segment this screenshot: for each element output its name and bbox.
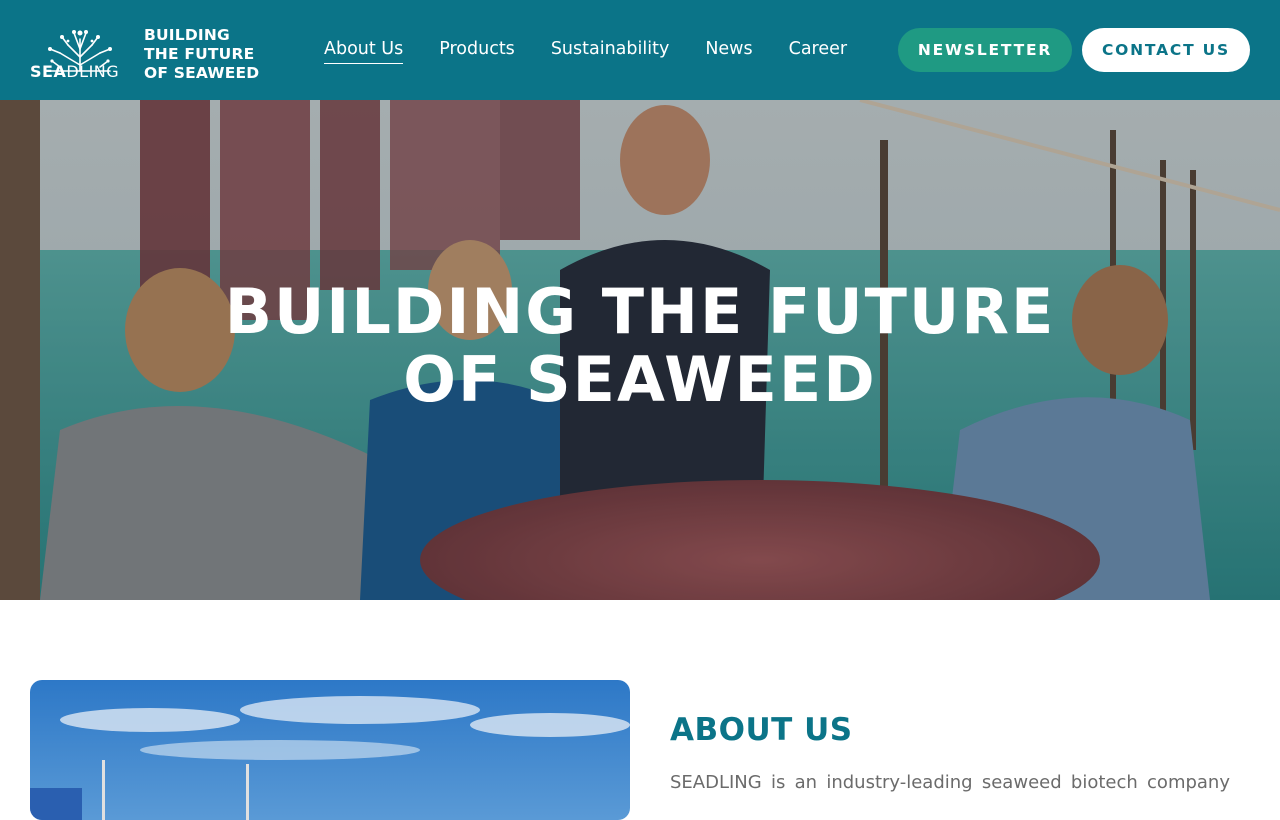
hero-title: BUILDING THE FUTURE OF SEAWEED	[0, 278, 1280, 414]
main-nav: About Us Products Sustainability News Ca…	[324, 38, 847, 64]
logo-tagline: BUILDING THE FUTURE OF SEAWEED	[144, 26, 259, 83]
logo-tagline-line2: THE FUTURE	[144, 45, 255, 63]
logo-wordmark-light: DLING	[66, 62, 120, 81]
logo-tagline-line3: OF SEAWEED	[144, 64, 260, 82]
seaweed-farm-photo	[30, 680, 630, 820]
about-photo	[30, 680, 630, 820]
newsletter-button[interactable]: NEWSLETTER	[898, 28, 1072, 72]
about-heading: ABOUT US	[670, 712, 853, 748]
hero-banner: BUILDING THE FUTURE OF SEAWEED	[0, 100, 1280, 600]
contact-us-button[interactable]: CONTACT US	[1082, 28, 1250, 72]
nav-sustainability[interactable]: Sustainability	[551, 38, 670, 64]
seadling-logo[interactable]: SEADLING BUILDING THE FUTURE OF SEAWEED	[30, 18, 270, 86]
nav-news[interactable]: News	[705, 38, 752, 64]
nav-about-us[interactable]: About Us	[324, 38, 404, 64]
hero-title-line1: BUILDING THE FUTURE	[224, 275, 1056, 348]
logo-wordmark-bold: SEA	[30, 62, 67, 81]
nav-products[interactable]: Products	[439, 38, 515, 64]
site-header: SEADLING BUILDING THE FUTURE OF SEAWEED …	[0, 0, 1280, 100]
about-text: SEADLING is an industry-leading seaweed …	[670, 772, 1230, 793]
hero-title-line2: OF SEAWEED	[403, 343, 877, 416]
logo-wordmark: SEADLING	[30, 62, 119, 81]
nav-career[interactable]: Career	[789, 38, 847, 64]
logo-tagline-line1: BUILDING	[144, 26, 230, 44]
